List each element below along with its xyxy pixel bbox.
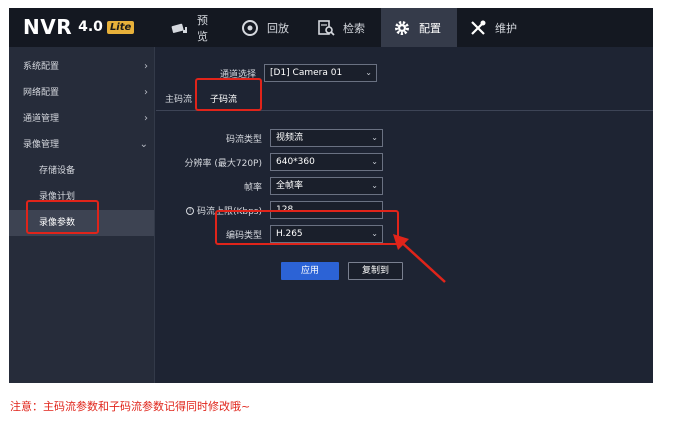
nav-preview-label: 预览 <box>197 13 208 43</box>
stream-type-row: 码流类型 视频流 ⌄ <box>176 129 383 147</box>
annotation-box-recording-params <box>26 200 99 234</box>
annotation-arrow-icon <box>393 234 446 283</box>
frame-rate-row: 帧率 全帧率 ⌄ <box>176 177 383 195</box>
sidebar-item-recording-management[interactable]: 录像管理 ⌄ <box>9 132 154 158</box>
annotation-box-sub-stream-tab <box>195 78 262 111</box>
nav-preview[interactable]: 预览 <box>159 8 229 47</box>
nvr-app-window: NVR 4.0 Lite 预览 回放 检索 配置 维护 系统配置 › 网络配置 … <box>9 8 653 383</box>
gear-icon <box>393 19 411 37</box>
chevron-down-icon: ⌄ <box>371 181 378 190</box>
sidebar-item-label: 系统配置 <box>23 62 60 72</box>
annotation-note: 注意：主码流参数和子码流参数记得同时修改哦~ <box>10 400 251 413</box>
nav-search[interactable]: 检索 <box>305 8 381 47</box>
chevron-down-icon: ⌄ <box>371 157 378 166</box>
annotation-box-encoding-type <box>215 210 399 245</box>
nav-maintenance[interactable]: 维护 <box>457 8 533 47</box>
playback-icon <box>241 19 259 37</box>
frame-rate-value: 全帧率 <box>276 181 304 191</box>
nav-playback[interactable]: 回放 <box>229 8 305 47</box>
brand-version: 4.0 <box>78 19 103 35</box>
nav-config-label: 配置 <box>419 21 441 35</box>
main-nav: 预览 回放 检索 配置 维护 <box>159 8 533 47</box>
sidebar-item-label: 网络配置 <box>23 88 60 98</box>
info-icon: ! <box>186 207 195 215</box>
chevron-right-icon: › <box>144 113 148 124</box>
sidebar-item-channel-management[interactable]: 通道管理 › <box>9 106 154 132</box>
resolution-value: 640*360 <box>276 157 315 167</box>
sidebar-item-label: 存储设备 <box>39 166 76 176</box>
chevron-down-icon: ⌄ <box>139 139 148 150</box>
resolution-row: 分辨率 (最大720P) 640*360 ⌄ <box>176 153 383 171</box>
channel-select[interactable]: [D1] Camera 01 ⌄ <box>264 64 377 82</box>
stream-type-value: 视频流 <box>276 133 304 143</box>
nav-maintenance-label: 维护 <box>495 21 517 35</box>
search-document-icon <box>317 19 335 37</box>
chevron-right-icon: › <box>144 87 148 98</box>
frame-rate-select[interactable]: 全帧率 ⌄ <box>270 177 383 195</box>
sidebar-item-label: 通道管理 <box>23 114 60 124</box>
brand-name: NVR <box>23 15 73 39</box>
frame-rate-label: 帧率 <box>243 182 262 193</box>
chevron-down-icon: ⌄ <box>365 68 372 77</box>
top-navigation-bar: NVR 4.0 Lite 预览 回放 检索 配置 维护 <box>9 8 653 47</box>
chevron-down-icon: ⌄ <box>371 133 378 142</box>
nav-playback-label: 回放 <box>267 21 289 35</box>
brand-logo: NVR 4.0 Lite <box>23 15 135 39</box>
tab-main-stream[interactable]: 主码流 <box>165 92 192 105</box>
nav-search-label: 检索 <box>343 21 365 35</box>
camera-icon <box>171 19 189 37</box>
sidebar-item-storage-device[interactable]: 存储设备 <box>9 158 154 184</box>
chevron-right-icon: › <box>144 61 148 72</box>
apply-button[interactable]: 应用 <box>281 262 339 280</box>
stream-type-label: 码流类型 <box>225 134 262 145</box>
resolution-label: 分辨率 (最大720P) <box>184 158 263 169</box>
nav-config[interactable]: 配置 <box>381 8 457 47</box>
sidebar-item-system-config[interactable]: 系统配置 › <box>9 54 154 80</box>
stream-type-select[interactable]: 视频流 ⌄ <box>270 129 383 147</box>
brand-edition-badge: Lite <box>106 20 135 34</box>
resolution-select[interactable]: 640*360 ⌄ <box>270 153 383 171</box>
tools-icon <box>469 19 487 37</box>
sidebar-item-network-config[interactable]: 网络配置 › <box>9 80 154 106</box>
sidebar-item-label: 录像管理 <box>23 140 60 150</box>
channel-select-value: [D1] Camera 01 <box>270 68 343 78</box>
